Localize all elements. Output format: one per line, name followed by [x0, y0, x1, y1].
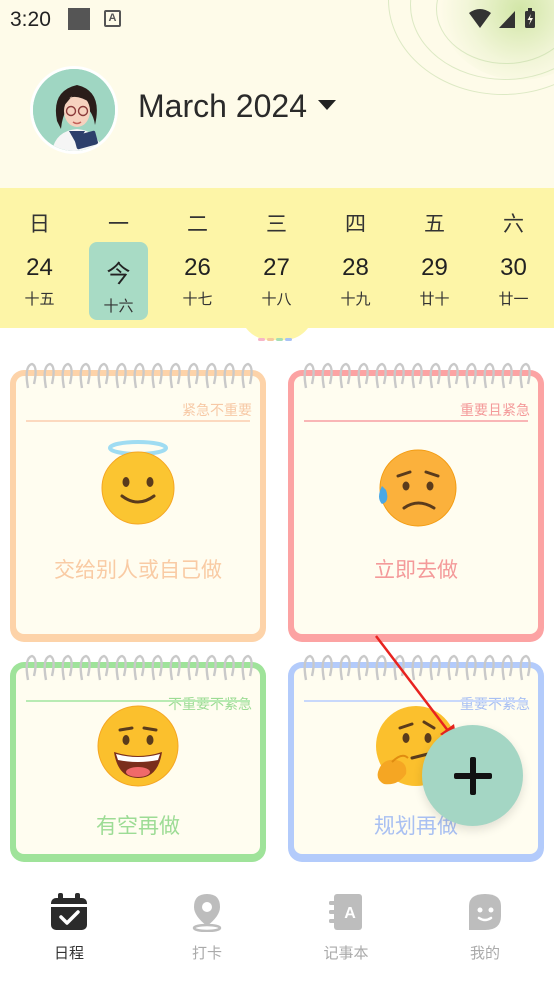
lunar-date: 十五	[24, 291, 55, 308]
day-column: 六 30 廿一	[474, 188, 553, 328]
nav-item-profile[interactable]: 我的	[416, 892, 554, 972]
quadrant-tag: 重要不紧急	[460, 696, 530, 712]
nav-label: 记事本	[323, 945, 369, 962]
day-cell[interactable]: 27 十八	[247, 242, 306, 320]
notebook-icon: A	[329, 894, 362, 930]
lunar-date: 十八	[261, 291, 292, 308]
quadrant-title: 有空再做	[96, 815, 180, 838]
month-title[interactable]: March 2024	[138, 88, 307, 125]
add-task-button[interactable]	[422, 725, 523, 826]
profile-icon	[469, 894, 501, 930]
quadrant-tag: 重要且紧急	[460, 402, 530, 418]
day-number: 28	[342, 254, 369, 281]
day-cell[interactable]: 29 廿十	[405, 242, 464, 320]
day-cell[interactable]: 28 十九	[326, 242, 385, 320]
lunar-date: 廿十	[419, 291, 450, 308]
weekday-label: 六	[503, 213, 524, 236]
notification-icon	[68, 8, 90, 30]
quadrant-title: 交给别人或自己做	[54, 559, 222, 582]
quadrant-title: 立即去做	[374, 559, 458, 582]
worried-sweat-emoji	[379, 449, 457, 527]
plus-icon	[454, 757, 492, 795]
system-icons	[469, 8, 535, 28]
day-cell[interactable]: 24 十五	[10, 242, 69, 320]
day-number: 24	[26, 254, 53, 281]
lunar-date: 十六	[103, 298, 134, 315]
day-number: 30	[500, 254, 527, 281]
weekday-label: 一	[108, 213, 129, 236]
day-cell[interactable]: 30 廿一	[484, 242, 543, 320]
day-column: 日 24 十五	[0, 188, 79, 328]
nav-label: 打卡	[191, 945, 222, 962]
day-column: 三 27 十八	[237, 188, 316, 328]
bottom-nav: 日程 打卡 A 记事本 我的	[0, 880, 554, 984]
nav-label: 日程	[53, 945, 84, 962]
nav-label: 我的	[469, 945, 500, 962]
weekday-label: 日	[29, 213, 50, 236]
quadrant-tag: 紧急不重要	[182, 402, 252, 418]
svg-text:A: A	[344, 905, 356, 922]
lunar-date: 十九	[340, 291, 371, 308]
location-pin-icon	[192, 894, 222, 932]
nav-item-checkin[interactable]: 打卡	[138, 892, 276, 972]
week-dots	[258, 328, 298, 341]
calendar-check-icon	[51, 893, 87, 930]
binder-rings-icon	[25, 362, 253, 389]
weekday-label: 四	[345, 213, 366, 236]
weekday-label: 三	[266, 213, 287, 236]
grin-emoji	[97, 705, 179, 787]
quadrant-card-not-urgent-not-important[interactable]: 不重要不紧急 有空再做	[10, 654, 266, 862]
day-number: 26	[184, 254, 211, 281]
divider	[26, 420, 250, 422]
binder-rings-icon	[25, 654, 253, 681]
caret-down-icon[interactable]	[318, 100, 336, 110]
status-time: 3:20	[10, 8, 51, 31]
day-column: 一 今 十六	[79, 188, 158, 328]
day-number: 今	[106, 261, 131, 288]
day-number: 29	[421, 254, 448, 281]
avatar[interactable]	[30, 66, 118, 154]
lunar-date: 十七	[182, 291, 213, 308]
status-bar: 3:20 A	[0, 0, 554, 40]
quadrant-card-urgent-important[interactable]: 重要且紧急 立即去做	[288, 362, 544, 642]
day-cell-today[interactable]: 今 十六	[89, 242, 148, 320]
weekday-label: 五	[424, 213, 445, 236]
quadrant-card-urgent-not-important[interactable]: 紧急不重要 交给别人或自己做	[10, 362, 266, 642]
binder-rings-icon	[303, 362, 531, 389]
nav-item-schedule[interactable]: 日程	[0, 892, 138, 972]
day-number: 27	[263, 254, 290, 281]
binder-rings-icon	[303, 654, 531, 681]
divider	[304, 420, 528, 422]
halo-smile-emoji	[101, 440, 175, 525]
weekday-label: 二	[187, 213, 208, 236]
day-column: 四 28 十九	[316, 188, 395, 328]
day-cell[interactable]: 26 十七	[168, 242, 227, 320]
day-column: 五 29 廿十	[395, 188, 474, 328]
day-column: 二 26 十七	[158, 188, 237, 328]
wifi-icon	[469, 9, 491, 28]
nav-item-notebook[interactable]: A 记事本	[277, 892, 415, 972]
lunar-date: 廿一	[498, 291, 529, 308]
signal-icon	[499, 11, 515, 28]
keyboard-icon: A	[104, 10, 121, 27]
